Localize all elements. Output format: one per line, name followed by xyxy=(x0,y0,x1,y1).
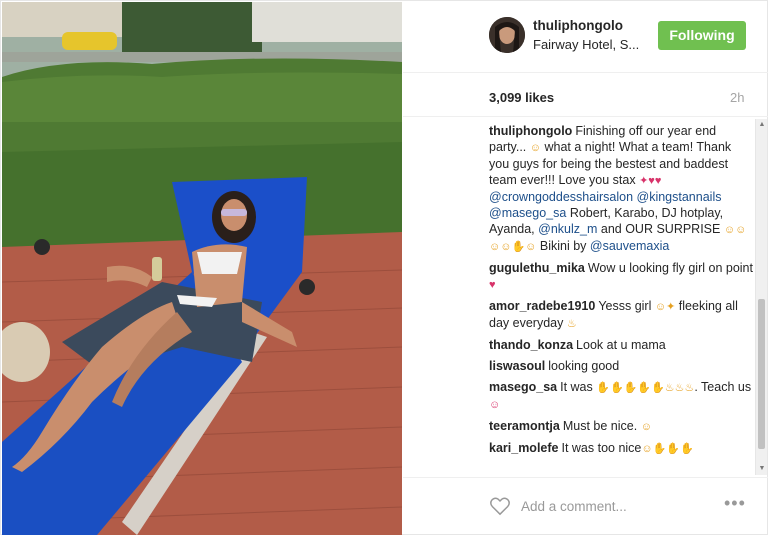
comment-text: looking good xyxy=(548,359,620,373)
ok-hand-emoji-icon: ☺✋✋✋ xyxy=(641,443,694,455)
comment-username[interactable]: masego_sa xyxy=(489,380,557,394)
post-timestamp[interactable]: 2h xyxy=(730,90,744,105)
comments-scrollbar[interactable]: ▲ ▼ xyxy=(755,119,767,475)
comment: amor_radebe1910 Yesss girl ☺✦ fleeking al… xyxy=(489,298,753,332)
comment-username[interactable]: liswasoul xyxy=(489,359,545,373)
caption-username[interactable]: thuliphongolo xyxy=(489,124,572,138)
mention-link[interactable]: @crowngoddesshairsalon xyxy=(489,190,633,204)
comment: thando_konza Look at u mama xyxy=(489,337,753,353)
author-username[interactable]: thuliphongolo xyxy=(533,18,623,33)
mention-link[interactable]: @kingstannails xyxy=(637,190,722,204)
ok-hand-emoji-icon: ✋✋✋✋✋♨♨♨ xyxy=(596,382,695,394)
caption: thuliphongolo Finishing off our year end … xyxy=(489,123,753,255)
caption-text: Bikini by xyxy=(539,239,587,253)
comment: masego_sa It was ✋✋✋✋✋♨♨♨. Teach us ☺ xyxy=(489,379,753,413)
post-side-panel: thuliphongolo Fairway Hotel, S... Follow… xyxy=(403,1,768,535)
scroll-down-icon[interactable]: ▼ xyxy=(758,465,766,473)
location-link[interactable]: Fairway Hotel, S... xyxy=(533,37,639,52)
comment-username[interactable]: thando_konza xyxy=(489,338,573,352)
heart-eyes-emoji-icon: ☺ xyxy=(489,399,501,411)
avatar[interactable] xyxy=(489,17,525,53)
hundred-emoji-icon: ♥ xyxy=(489,279,496,291)
comment-text: It was too nice xyxy=(561,441,642,455)
mention-link[interactable]: @sauvemaxia xyxy=(590,239,669,253)
caption-text: and OUR SURPRISE xyxy=(600,222,721,236)
caption-text: what a night! What a team! Thank you guy… xyxy=(489,140,732,187)
comment: kari_molefe It was too nice☺✋✋✋ xyxy=(489,440,753,457)
scroll-up-icon[interactable]: ▲ xyxy=(758,121,766,129)
mention-link[interactable]: @nkulz_m xyxy=(538,222,597,236)
comment-text: Must be nice. xyxy=(562,419,638,433)
like-count[interactable]: 3,099 likes xyxy=(489,90,554,105)
comment-username[interactable]: gugulethu_mika xyxy=(489,261,585,275)
comment: liswasoul looking good xyxy=(489,358,753,374)
likes-row: 3,099 likes 2h xyxy=(403,73,768,117)
instagram-post: thuliphongolo Fairway Hotel, S... Follow… xyxy=(0,0,768,535)
smile-emoji-icon: ☺ xyxy=(529,142,541,154)
add-comment-input[interactable]: Add a comment... xyxy=(521,499,627,514)
comment-text: Yesss girl xyxy=(598,299,652,313)
following-button[interactable]: Following xyxy=(658,21,746,50)
post-header: thuliphongolo Fairway Hotel, S... Follow… xyxy=(403,1,768,73)
fire-emoji-icon: ♨ xyxy=(566,318,577,330)
comments-list: thuliphongolo Finishing off our year end … xyxy=(489,123,753,473)
comment-text: It was xyxy=(560,380,593,394)
smirk-emoji-icon: ☺ xyxy=(640,421,652,433)
post-footer: Add a comment... ••• xyxy=(403,477,768,535)
grin-emoji-icon: ☺✦ xyxy=(654,301,676,313)
mention-link[interactable]: @masego_sa xyxy=(489,206,566,220)
comment-text: . Teach us xyxy=(694,380,752,394)
comment: teeramontja Must be nice. ☺ xyxy=(489,418,753,435)
post-photo[interactable] xyxy=(2,2,402,535)
scrollbar-thumb[interactable] xyxy=(758,299,765,449)
more-options-icon[interactable]: ••• xyxy=(724,493,746,514)
comment-username[interactable]: teeramontja xyxy=(489,419,560,433)
comment-text: Look at u mama xyxy=(576,338,666,352)
comment: gugulethu_mika Wow u looking fly girl on … xyxy=(489,260,753,293)
comment-text: Wow u looking fly girl on point xyxy=(587,261,753,275)
party-emoji-icon: ✦♥♥ xyxy=(639,175,662,187)
comment-username[interactable]: kari_molefe xyxy=(489,441,558,455)
comment-username[interactable]: amor_radebe1910 xyxy=(489,299,595,313)
heart-icon[interactable] xyxy=(489,496,511,516)
